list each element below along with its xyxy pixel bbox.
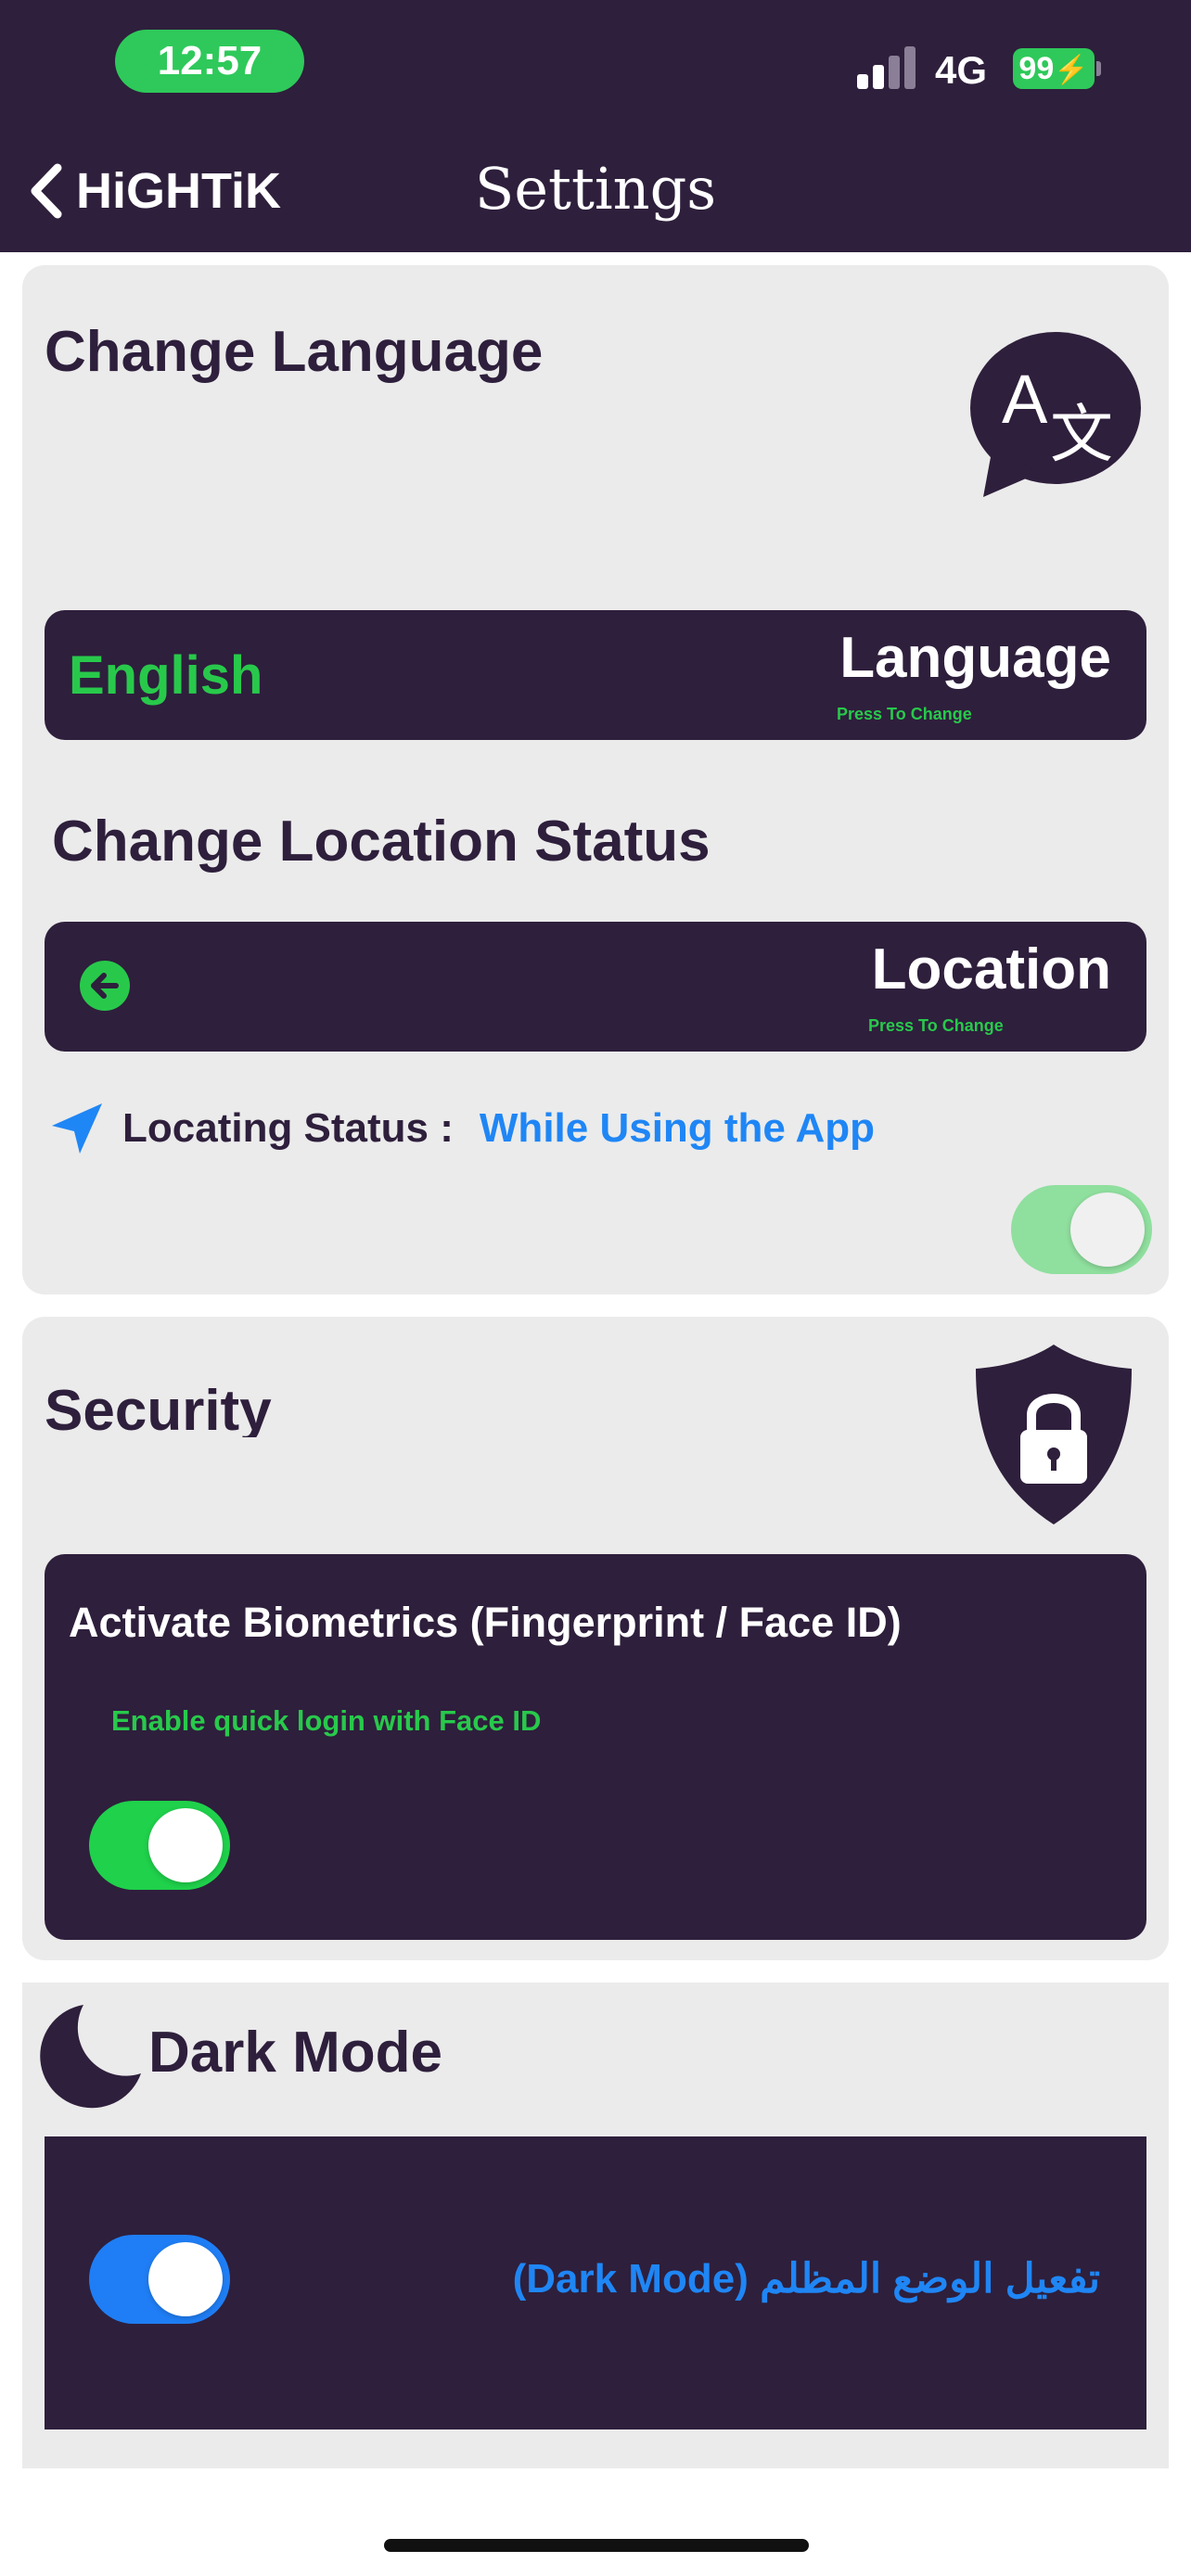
dark-mode-toggle[interactable] <box>89 2235 230 2324</box>
locating-status-line: Locating Status : While Using the App <box>48 1100 875 1157</box>
toggle-knob <box>1070 1192 1145 1267</box>
battery-level: 99 <box>1018 51 1055 86</box>
shield-lock-icon <box>976 1345 1132 1524</box>
biometrics-subtitle: Enable quick login with Face ID <box>111 1704 542 1737</box>
signal-strength-icon <box>857 45 916 89</box>
language-press-hint: Press To Change <box>837 705 972 723</box>
location-toggle[interactable] <box>1011 1185 1152 1274</box>
toggle-knob <box>148 1808 223 1882</box>
charging-bolt-icon: ⚡ <box>1054 55 1089 85</box>
battery-icon: 99⚡ <box>1013 48 1095 89</box>
battery-nub <box>1096 61 1101 76</box>
locating-status-value: While Using the App <box>479 1105 876 1151</box>
locating-status-label: Locating Status : <box>122 1105 454 1151</box>
page-title: Settings <box>474 155 717 223</box>
network-type: 4G <box>935 48 988 92</box>
change-language-heading: Change Language <box>45 320 544 384</box>
language-row-label: Language <box>839 626 1111 690</box>
dark-mode-heading: Dark Mode <box>148 2021 442 2085</box>
location-press-hint: Press To Change <box>868 1016 1004 1035</box>
moon-icon <box>40 2005 141 2109</box>
home-indicator[interactable] <box>384 2539 809 2552</box>
location-row-label: Location <box>871 937 1111 1001</box>
security-heading: Security <box>45 1379 272 1437</box>
toggle-knob <box>148 2242 223 2316</box>
location-arrow-icon <box>52 1103 102 1154</box>
svg-text:文: 文 <box>1050 399 1113 472</box>
translate-bubble-icon: A 文 <box>970 332 1141 497</box>
svg-text:A: A <box>1002 361 1048 438</box>
dark-mode-toggle-label: تفعيل الوضع المظلم (Dark Mode) <box>512 2256 1100 2302</box>
change-location-heading: Change Location Status <box>52 810 711 874</box>
biometrics-title: Activate Biometrics (Fingerprint / Face … <box>69 1599 902 1646</box>
status-time: 12:57 <box>115 30 304 93</box>
biometrics-toggle[interactable] <box>89 1801 230 1890</box>
